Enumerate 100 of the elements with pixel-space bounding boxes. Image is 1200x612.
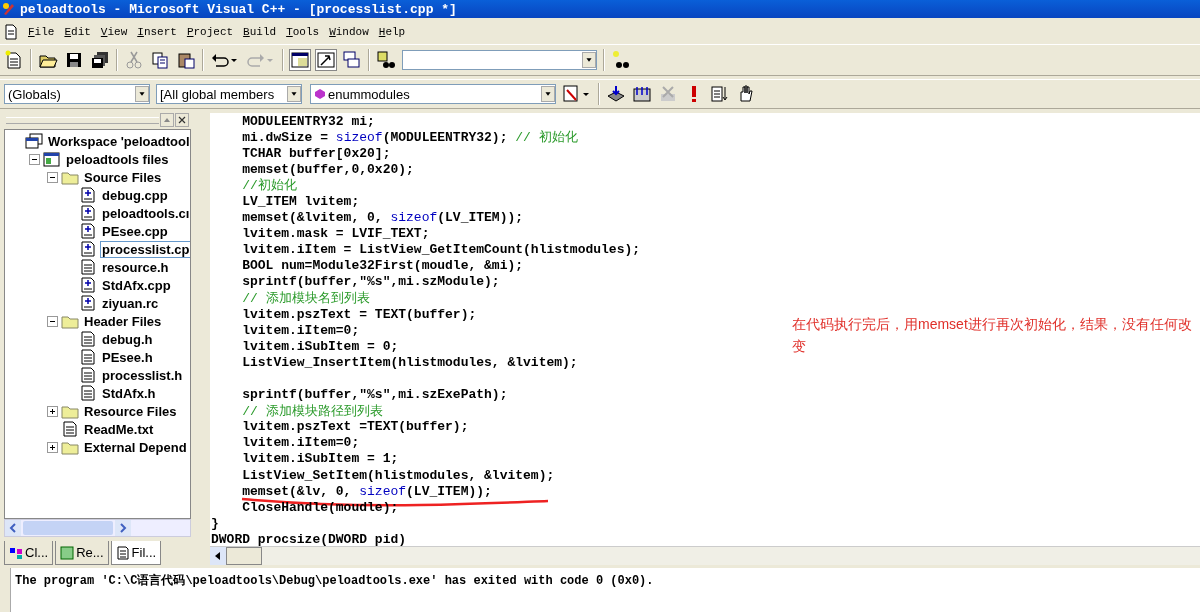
collapse-icon[interactable] <box>29 153 40 165</box>
save-icon[interactable] <box>64 50 84 70</box>
code-line: mi.dwSize = sizeof(MODULEENTRY32); // 初始化 <box>241 129 578 147</box>
menu-item[interactable]: View <box>100 26 128 38</box>
dropdown-icon[interactable] <box>287 86 301 102</box>
panel-tab[interactable]: Fil... <box>110 541 162 565</box>
go-icon[interactable] <box>710 84 730 104</box>
copy-icon[interactable] <box>150 50 170 70</box>
save-all-icon[interactable] <box>90 50 110 70</box>
code-line: TCHAR buffer[0x20]; <box>241 145 391 161</box>
code-line: lvitem.iSubItem = 1; <box>241 451 399 467</box>
tree-item[interactable]: peloadtools files <box>64 150 171 168</box>
windows-list-icon[interactable] <box>342 50 362 70</box>
folder-icon <box>61 313 79 329</box>
menu-item[interactable]: Project <box>186 26 234 38</box>
document-icon <box>79 385 97 401</box>
code-line: lvitem.iItem=0; <box>241 322 360 338</box>
code-line: CloseHandle(moudle); <box>241 499 399 515</box>
tree-item[interactable]: Source Files <box>82 168 164 186</box>
code-line: DWORD procsize(DWORD pid) <box>211 531 407 546</box>
tree-item[interactable]: debug.cpp <box>100 186 170 204</box>
code-line: sprintf(buffer,"%s",mi.szModule); <box>241 274 500 290</box>
horizontal-scrollbar[interactable] <box>210 546 1200 565</box>
document-icon <box>4 24 18 40</box>
tree-item[interactable]: External Depend <box>82 438 189 456</box>
new-file-icon[interactable] <box>4 50 24 70</box>
code-line: MODULEENTRY32 mi; <box>241 113 375 129</box>
workspace-icon <box>25 133 43 149</box>
output-text: The program 'C:\C语言代码\peloadtools\Debug\peloadtools.exe' has exited with code 0 (0x0). <box>14 573 654 589</box>
expand-icon[interactable] <box>47 405 58 417</box>
code-line: lvitem.iItem = ListView_GetItemCount(hlistmodules); <box>241 242 641 258</box>
source-file-icon <box>79 223 97 239</box>
collapse-icon[interactable] <box>47 171 58 183</box>
menu-item[interactable]: Insert <box>137 26 177 38</box>
document-icon <box>79 331 97 347</box>
menu-item[interactable]: Tools <box>286 26 320 38</box>
tree-item[interactable]: peloadtools.cı <box>100 204 190 222</box>
tree-item[interactable]: Header Files <box>82 312 164 330</box>
menu-item[interactable]: Edit <box>64 26 91 38</box>
find-icon[interactable] <box>611 50 631 70</box>
tree-item[interactable]: PEsee.h <box>100 348 155 366</box>
document-icon <box>61 421 79 437</box>
tree-item[interactable]: processlist.cp <box>100 240 190 258</box>
code-line: //初始化 <box>241 177 297 195</box>
source-file-icon <box>79 277 97 293</box>
document-icon <box>79 349 97 365</box>
tree-item[interactable]: resource.h <box>100 258 171 276</box>
scope-combo[interactable]: (Globals) <box>4 84 150 104</box>
dropdown-icon[interactable] <box>582 52 596 68</box>
menu-item[interactable]: Help <box>378 26 406 38</box>
scroll-left-icon[interactable] <box>210 547 226 565</box>
output-window-icon[interactable] <box>316 50 336 70</box>
resource-view-icon <box>60 545 75 560</box>
class-view-icon <box>9 545 23 560</box>
window-title: peloadtools - Microsoft Visual C++ - [processlist.cpp *] <box>20 1 457 17</box>
tree-item[interactable]: StdAfx.cpp <box>100 276 173 294</box>
menu-item[interactable]: Window <box>329 26 369 38</box>
paste-icon[interactable] <box>176 50 196 70</box>
code-line: } <box>211 515 219 531</box>
build-icon[interactable] <box>632 84 652 104</box>
code-line: ListView_SetItem(hlistmodules, &lvitem); <box>241 467 555 483</box>
wizard-action-icon[interactable] <box>562 84 592 104</box>
collapse-icon[interactable] <box>47 315 58 327</box>
source-file-icon <box>79 187 97 203</box>
horizontal-scrollbar[interactable] <box>4 519 191 537</box>
scroll-thumb[interactable] <box>23 521 113 535</box>
code-line: memset(buffer,0,0x20); <box>241 161 414 177</box>
code-line: lvitem.iItem=0; <box>241 435 360 451</box>
expand-icon[interactable] <box>47 441 58 453</box>
source-file-icon <box>79 205 97 221</box>
tree-item[interactable]: StdAfx.h <box>100 384 158 402</box>
dropdown-icon[interactable] <box>135 86 149 102</box>
code-line: memset(&lvitem, 0, sizeof(LV_ITEM)); <box>241 210 524 226</box>
tree-item[interactable]: processlist.h <box>100 366 185 384</box>
tree-item[interactable]: Resource Files <box>82 402 179 420</box>
menu-item[interactable]: Build <box>243 26 277 38</box>
panel-tab[interactable]: Re... <box>55 541 109 565</box>
tree-item[interactable]: PEsee.cpp <box>100 222 170 240</box>
tree-item[interactable]: debug.h <box>100 330 155 348</box>
close-button[interactable] <box>175 113 189 127</box>
scroll-right-icon[interactable] <box>115 520 131 536</box>
panel-tab[interactable]: Cl... <box>4 541 54 565</box>
scroll-thumb[interactable] <box>226 547 262 565</box>
tree-item[interactable]: Workspace 'peloadtool <box>46 132 190 150</box>
code-line: BOOL num=Module32First(moudle, &mi); <box>241 258 524 274</box>
panel-grip[interactable] <box>0 568 11 612</box>
code-line: lvitem.iSubItem = 0; <box>241 338 399 354</box>
tree-item[interactable]: ReadMe.txt <box>82 420 156 438</box>
workspace-window-icon[interactable] <box>290 50 310 70</box>
tree-item[interactable]: ziyuan.rc <box>100 294 161 312</box>
function-combo[interactable]: enummodules <box>310 84 556 104</box>
document-icon <box>79 259 97 275</box>
menu-item[interactable]: File <box>28 26 55 38</box>
find-in-files-icon[interactable] <box>376 50 396 70</box>
annotation-note: 在代码执行完后，用memset进行再次初始化，结果，没有任何改变 <box>792 315 1193 356</box>
compile-icon[interactable] <box>606 84 626 104</box>
members-combo[interactable]: [All global members <box>156 84 302 104</box>
code-line: lvitem.mask = LVIF_TEXT; <box>241 226 430 242</box>
dropdown-icon[interactable] <box>541 86 555 102</box>
folder-icon <box>61 439 79 455</box>
